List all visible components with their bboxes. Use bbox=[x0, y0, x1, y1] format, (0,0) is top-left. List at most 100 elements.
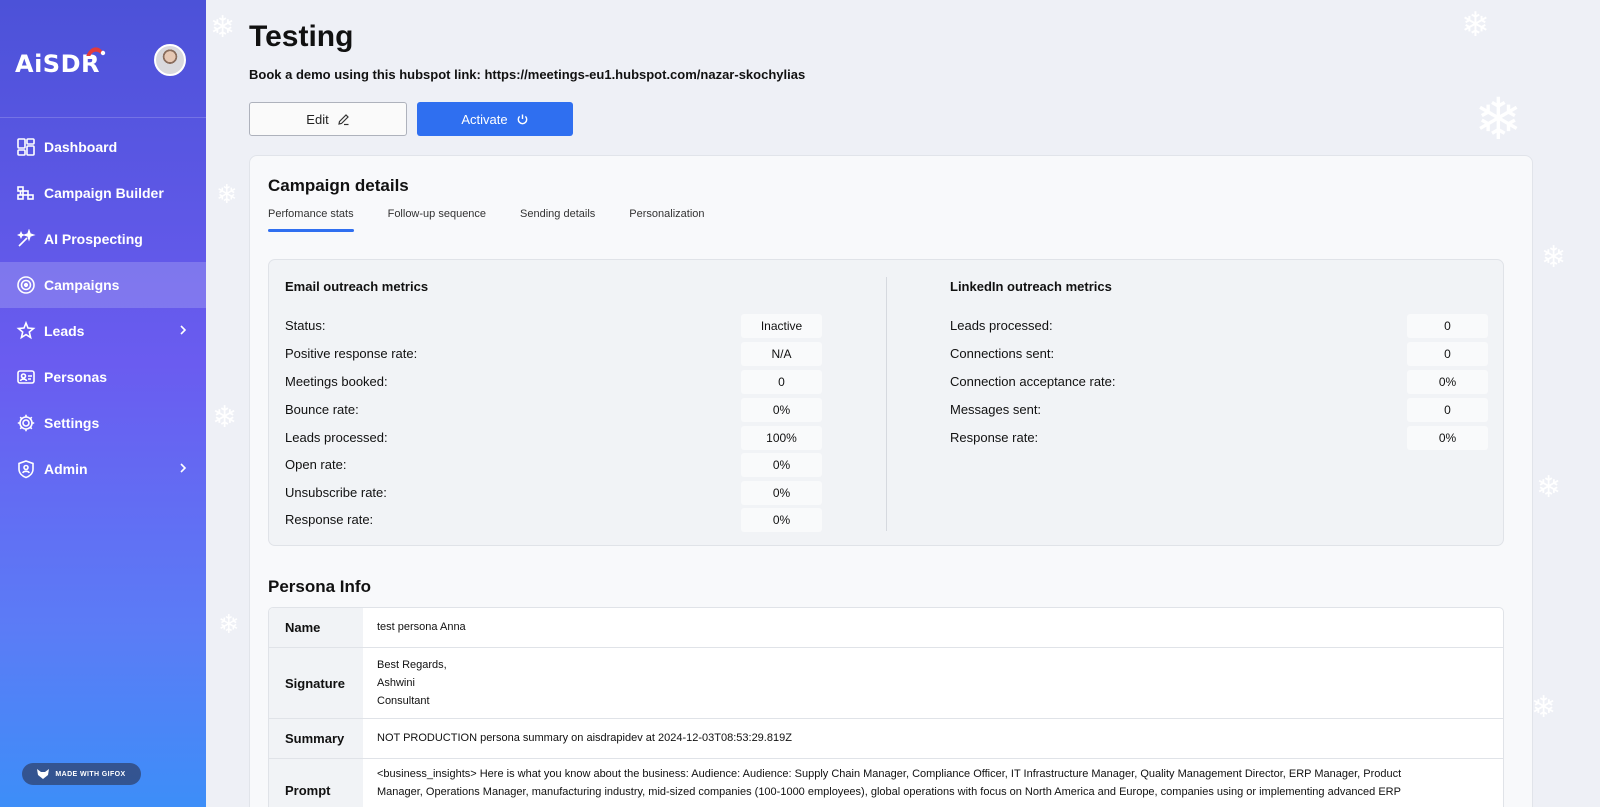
main-content: ❄ ❄ ❄ ❄ ❄ ❄ ❄ ❄ ❄ Testing Book a demo us… bbox=[206, 0, 1600, 807]
metric-value: N/A bbox=[741, 342, 822, 366]
chevron-right-icon bbox=[180, 325, 187, 335]
sidebar-item-leads[interactable]: Leads bbox=[0, 308, 206, 354]
metric-value: 0% bbox=[741, 453, 822, 477]
sidebar-item-label: Campaigns bbox=[44, 277, 120, 293]
booking-link-text: Book a demo using this hubspot link: htt… bbox=[249, 67, 806, 82]
sidebar-item-label: Settings bbox=[44, 415, 100, 431]
campaign-details-card: Campaign details Perfomance stats Follow… bbox=[249, 155, 1533, 807]
persona-value: NOT PRODUCTION persona summary on aisdra… bbox=[363, 719, 1503, 758]
metric-row: Bounce rate: 0% bbox=[285, 398, 823, 422]
sidebar-item-personas[interactable]: Personas bbox=[0, 354, 206, 400]
persona-row-name: Name test persona Anna bbox=[269, 608, 1503, 648]
metric-value: 100% bbox=[741, 426, 822, 450]
snowflake-icon: ❄ bbox=[1536, 470, 1562, 505]
sidebar-nav: Dashboard Campaign Builder AI Prospectin… bbox=[0, 124, 206, 492]
metric-label: Leads processed: bbox=[285, 430, 388, 445]
metric-row: Response rate: 0% bbox=[950, 426, 1488, 450]
fox-icon bbox=[37, 769, 50, 779]
snowflake-icon: ❄ bbox=[210, 10, 236, 45]
metric-label: Open rate: bbox=[285, 457, 347, 472]
power-icon bbox=[517, 114, 528, 124]
metric-label: Bounce rate: bbox=[285, 402, 359, 417]
sidebar-item-settings[interactable]: Settings bbox=[0, 400, 206, 446]
metric-value: 0% bbox=[741, 481, 822, 505]
snowflake-icon: ❄ bbox=[218, 610, 240, 640]
edit-button[interactable]: Edit bbox=[249, 102, 407, 136]
persona-card-icon bbox=[16, 367, 36, 387]
metric-value: 0 bbox=[741, 370, 822, 394]
snowflake-icon: ❄ bbox=[1541, 240, 1567, 275]
sidebar-item-label: Campaign Builder bbox=[44, 185, 164, 201]
sidebar-item-label: Personas bbox=[44, 369, 108, 385]
metric-label: Connections sent: bbox=[950, 346, 1055, 361]
dashboard-icon bbox=[16, 137, 36, 157]
persona-info-title: Persona Info bbox=[268, 577, 371, 596]
campaign-details-title: Campaign details bbox=[268, 176, 409, 195]
metric-value: 0% bbox=[1407, 370, 1488, 394]
metric-row: Connection acceptance rate: 0% bbox=[950, 370, 1488, 394]
santa-hat-icon bbox=[85, 47, 106, 59]
activate-label: Activate bbox=[461, 111, 508, 127]
metric-label: Status: bbox=[285, 318, 326, 333]
persona-value-line: Ashwini bbox=[377, 677, 415, 689]
gifox-label: MADE WITH GIFOX bbox=[55, 770, 126, 778]
snowflake-icon: ❄ bbox=[212, 400, 238, 435]
persona-key: Name bbox=[269, 608, 363, 647]
persona-row-prompt: Prompt <business_insights> Here is what … bbox=[269, 759, 1503, 807]
persona-value-line: test persona Anna bbox=[377, 621, 466, 633]
target-icon bbox=[16, 275, 36, 295]
metric-label: Connection acceptance rate: bbox=[950, 374, 1116, 389]
metric-value: 0% bbox=[741, 398, 822, 422]
metric-row: Leads processed: 100% bbox=[285, 426, 823, 450]
linkedin-metrics-title: LinkedIn outreach metrics bbox=[950, 279, 1112, 294]
persona-value-line: Consultant bbox=[377, 695, 430, 707]
persona-value-line: <business_insights> Here is what you kno… bbox=[377, 768, 1402, 780]
sidebar-item-dashboard[interactable]: Dashboard bbox=[0, 124, 206, 170]
tab-personalization[interactable]: Personalization bbox=[629, 208, 704, 232]
tab-performance-stats[interactable]: Perfomance stats bbox=[268, 208, 354, 232]
snowflake-icon: ❄ bbox=[1474, 85, 1523, 153]
persona-row-signature: Signature Best Regards, Ashwini Consulta… bbox=[269, 648, 1503, 719]
metric-value: Inactive bbox=[741, 314, 822, 338]
metric-row: Positive response rate: N/A bbox=[285, 342, 823, 366]
metric-row: Leads processed: 0 bbox=[950, 314, 1488, 338]
metrics-panel: Email outreach metrics Status: Inactive … bbox=[268, 259, 1504, 546]
metric-row: Unsubscribe rate: 0% bbox=[285, 481, 823, 505]
persona-value-line: Manager, Operations Manager, manufacturi… bbox=[377, 786, 1401, 798]
user-avatar[interactable] bbox=[154, 44, 186, 76]
pencil-icon bbox=[337, 113, 349, 125]
gifox-badge[interactable]: MADE WITH GIFOX bbox=[22, 763, 141, 785]
persona-key: Summary bbox=[269, 719, 363, 758]
metric-label: Meetings booked: bbox=[285, 374, 388, 389]
metric-value: 0 bbox=[1407, 398, 1488, 422]
campaign-builder-icon bbox=[16, 183, 36, 203]
metric-value: 0% bbox=[741, 508, 822, 532]
sidebar-item-label: Admin bbox=[44, 461, 88, 477]
metric-row: Messages sent: 0 bbox=[950, 398, 1488, 422]
star-person-icon bbox=[16, 321, 36, 341]
sidebar-item-campaign-builder[interactable]: Campaign Builder bbox=[0, 170, 206, 216]
activate-button[interactable]: Activate bbox=[417, 102, 573, 136]
sidebar-header: AiSDR bbox=[0, 0, 206, 118]
metric-label: Response rate: bbox=[950, 430, 1039, 445]
sparkle-icon bbox=[16, 229, 36, 249]
sidebar-item-ai-prospecting[interactable]: AI Prospecting bbox=[0, 216, 206, 262]
tab-sending-details[interactable]: Sending details bbox=[520, 208, 595, 232]
shield-user-icon bbox=[16, 459, 36, 479]
snowflake-icon: ❄ bbox=[216, 180, 238, 210]
persona-key: Signature bbox=[269, 648, 363, 718]
persona-key: Prompt bbox=[269, 759, 363, 807]
sidebar-item-label: AI Prospecting bbox=[44, 231, 143, 247]
gear-icon bbox=[16, 413, 36, 433]
persona-info-table: Name test persona Anna Signature Best Re… bbox=[268, 607, 1504, 807]
snowflake-icon: ❄ bbox=[1461, 5, 1490, 45]
sidebar-item-admin[interactable]: Admin bbox=[0, 446, 206, 492]
metric-value: 0% bbox=[1407, 426, 1488, 450]
persona-row-summary: Summary NOT PRODUCTION persona summary o… bbox=[269, 719, 1503, 759]
sidebar-item-campaigns[interactable]: Campaigns bbox=[0, 262, 206, 308]
sidebar: AiSDR Dashboard Campaign Builder AI Pros… bbox=[0, 0, 206, 807]
metric-label: Positive response rate: bbox=[285, 346, 418, 361]
metric-row: Status: Inactive bbox=[285, 314, 823, 338]
tab-follow-up-sequence[interactable]: Follow-up sequence bbox=[388, 208, 486, 232]
metric-row: Response rate: 0% bbox=[285, 508, 823, 532]
